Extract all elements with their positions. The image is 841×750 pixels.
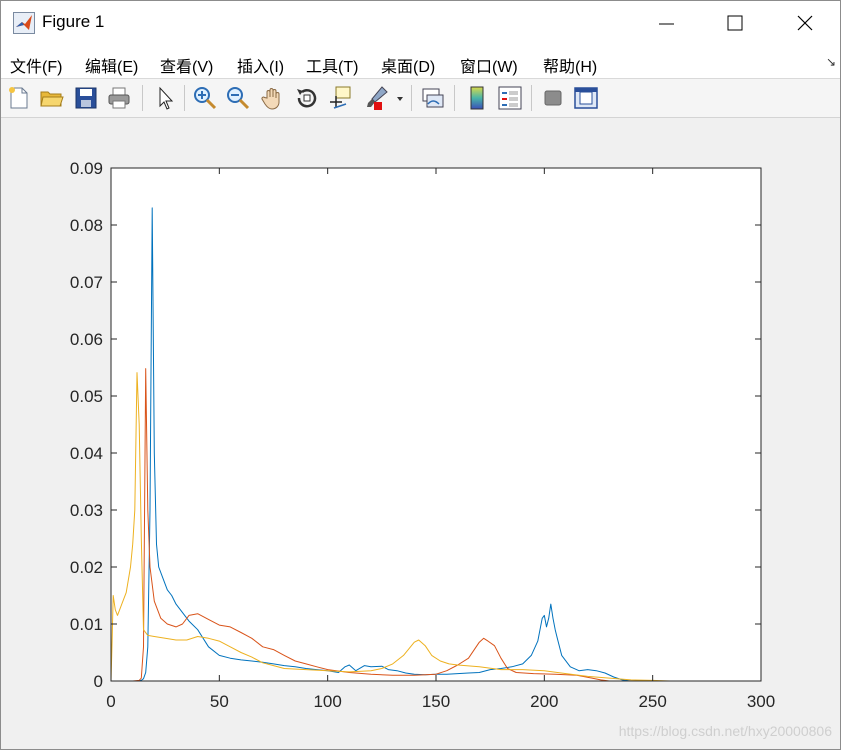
x-tick-label: 300 bbox=[747, 692, 775, 711]
menu-edit[interactable]: 编辑(E) bbox=[85, 53, 138, 77]
axes-background bbox=[111, 168, 761, 681]
y-tick-label: 0.09 bbox=[70, 159, 103, 178]
legend-icon[interactable] bbox=[496, 84, 524, 112]
window-title: Figure 1 bbox=[42, 12, 105, 31]
x-tick-label: 150 bbox=[422, 692, 450, 711]
x-tick-label: 200 bbox=[530, 692, 558, 711]
menu-desktop[interactable]: 桌面(D) bbox=[381, 53, 435, 77]
open-file-icon[interactable] bbox=[38, 84, 66, 112]
zoom-out-icon[interactable] bbox=[224, 84, 252, 112]
new-figure-icon[interactable] bbox=[5, 84, 33, 112]
maximize-icon bbox=[727, 15, 743, 31]
menu-view[interactable]: 查看(V) bbox=[160, 53, 213, 77]
toolbar-separator bbox=[531, 85, 532, 111]
menu-insert[interactable]: 插入(I) bbox=[237, 53, 284, 77]
print-icon[interactable] bbox=[105, 84, 133, 112]
minimize-button[interactable] bbox=[633, 1, 701, 45]
brush-dropdown-icon[interactable] bbox=[393, 84, 407, 112]
pan-hand-icon[interactable] bbox=[259, 84, 287, 112]
menu-bar: 文件(F) 编辑(E) 查看(V) 插入(I) 工具(T) 桌面(D) 窗口(W… bbox=[1, 45, 840, 79]
y-tick-label: 0.07 bbox=[70, 273, 103, 292]
y-tick-label: 0.04 bbox=[70, 444, 103, 463]
toolbar-separator bbox=[454, 85, 455, 111]
y-tick-label: 0.08 bbox=[70, 216, 103, 235]
title-bar[interactable]: Figure 1 bbox=[1, 1, 840, 45]
y-tick-label: 0.06 bbox=[70, 330, 103, 349]
minimize-icon bbox=[659, 23, 674, 25]
show-plot-tools-icon[interactable] bbox=[572, 84, 600, 112]
select-arrow-icon[interactable] bbox=[151, 84, 179, 112]
y-tick-label: 0.05 bbox=[70, 387, 103, 406]
x-tick-label: 100 bbox=[313, 692, 341, 711]
line-chart[interactable]: 0 50 100 150 200 250 300 0 0.01 0.02 0.03 0.04 0.05 0… bbox=[1, 118, 840, 749]
dock-arrow-icon[interactable]: ↘ bbox=[826, 55, 836, 69]
maximize-button[interactable] bbox=[701, 1, 769, 45]
figure-toolbar bbox=[1, 79, 840, 118]
x-tick-label: 0 bbox=[106, 692, 115, 711]
x-tick-label: 250 bbox=[638, 692, 666, 711]
matlab-icon bbox=[13, 12, 35, 34]
colorbar-icon[interactable] bbox=[463, 84, 491, 112]
figure-canvas[interactable]: 0 50 100 150 200 250 300 0 0.01 0.02 0.03 0.04 0.05 0… bbox=[1, 118, 840, 749]
y-tick-label: 0.01 bbox=[70, 615, 103, 634]
close-icon bbox=[797, 15, 813, 31]
link-plot-icon[interactable] bbox=[419, 84, 447, 112]
menu-file[interactable]: 文件(F) bbox=[10, 53, 62, 77]
data-cursor-icon[interactable] bbox=[326, 84, 354, 112]
toolbar-separator bbox=[142, 85, 143, 111]
close-button[interactable] bbox=[771, 1, 839, 45]
menu-tools[interactable]: 工具(T) bbox=[306, 53, 358, 77]
y-tick-label: 0 bbox=[94, 672, 103, 691]
toolbar-separator bbox=[184, 85, 185, 111]
toolbar-separator bbox=[411, 85, 412, 111]
y-tick-label: 0.02 bbox=[70, 558, 103, 577]
x-tick-label: 50 bbox=[210, 692, 229, 711]
menu-window[interactable]: 窗口(W) bbox=[460, 53, 518, 77]
save-icon[interactable] bbox=[72, 84, 100, 112]
menu-help[interactable]: 帮助(H) bbox=[543, 53, 597, 77]
watermark-text: https://blog.csdn.net/hxy20000806 bbox=[618, 723, 832, 739]
hide-plot-tools-icon[interactable] bbox=[539, 84, 567, 112]
figure-window: Figure 1 文件(F) 编辑(E) 查看(V) 插入(I) 工具(T) 桌… bbox=[0, 0, 841, 750]
zoom-in-icon[interactable] bbox=[191, 84, 219, 112]
brush-icon[interactable] bbox=[362, 84, 390, 112]
y-tick-label: 0.03 bbox=[70, 501, 103, 520]
rotate-3d-icon[interactable] bbox=[293, 84, 321, 112]
